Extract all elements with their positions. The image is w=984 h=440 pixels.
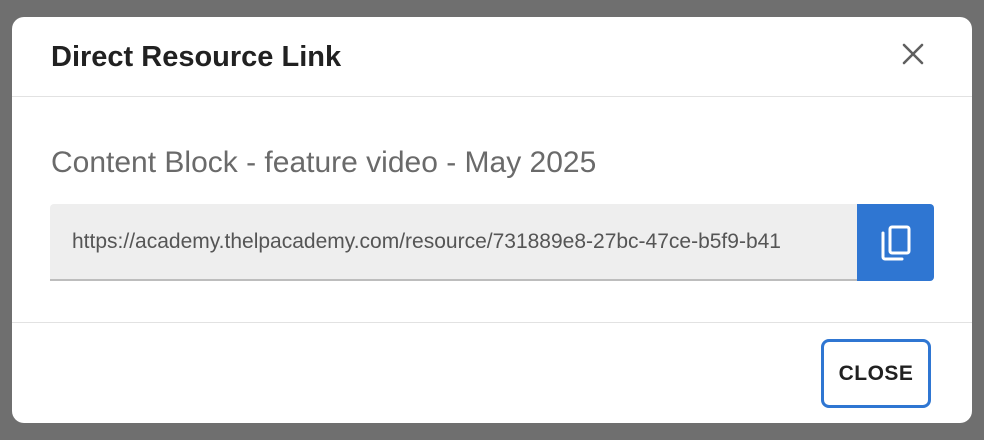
dialog-header: Direct Resource Link	[12, 17, 972, 97]
copy-icon	[881, 225, 910, 260]
close-icon	[902, 43, 924, 65]
dialog-footer: CLOSE	[12, 323, 972, 423]
direct-resource-link-dialog: Direct Resource Link Content Block - fea…	[12, 17, 972, 423]
resource-name: Content Block - feature video - May 2025	[51, 146, 597, 179]
resource-link-input[interactable]	[72, 204, 836, 279]
dialog-close-x-button[interactable]	[898, 39, 928, 69]
link-field	[50, 204, 857, 281]
close-button[interactable]: CLOSE	[821, 339, 931, 408]
dialog-body: Content Block - feature video - May 2025	[12, 97, 972, 323]
dialog-title: Direct Resource Link	[51, 41, 342, 73]
link-row	[50, 204, 934, 281]
copy-link-button[interactable]	[857, 204, 934, 281]
